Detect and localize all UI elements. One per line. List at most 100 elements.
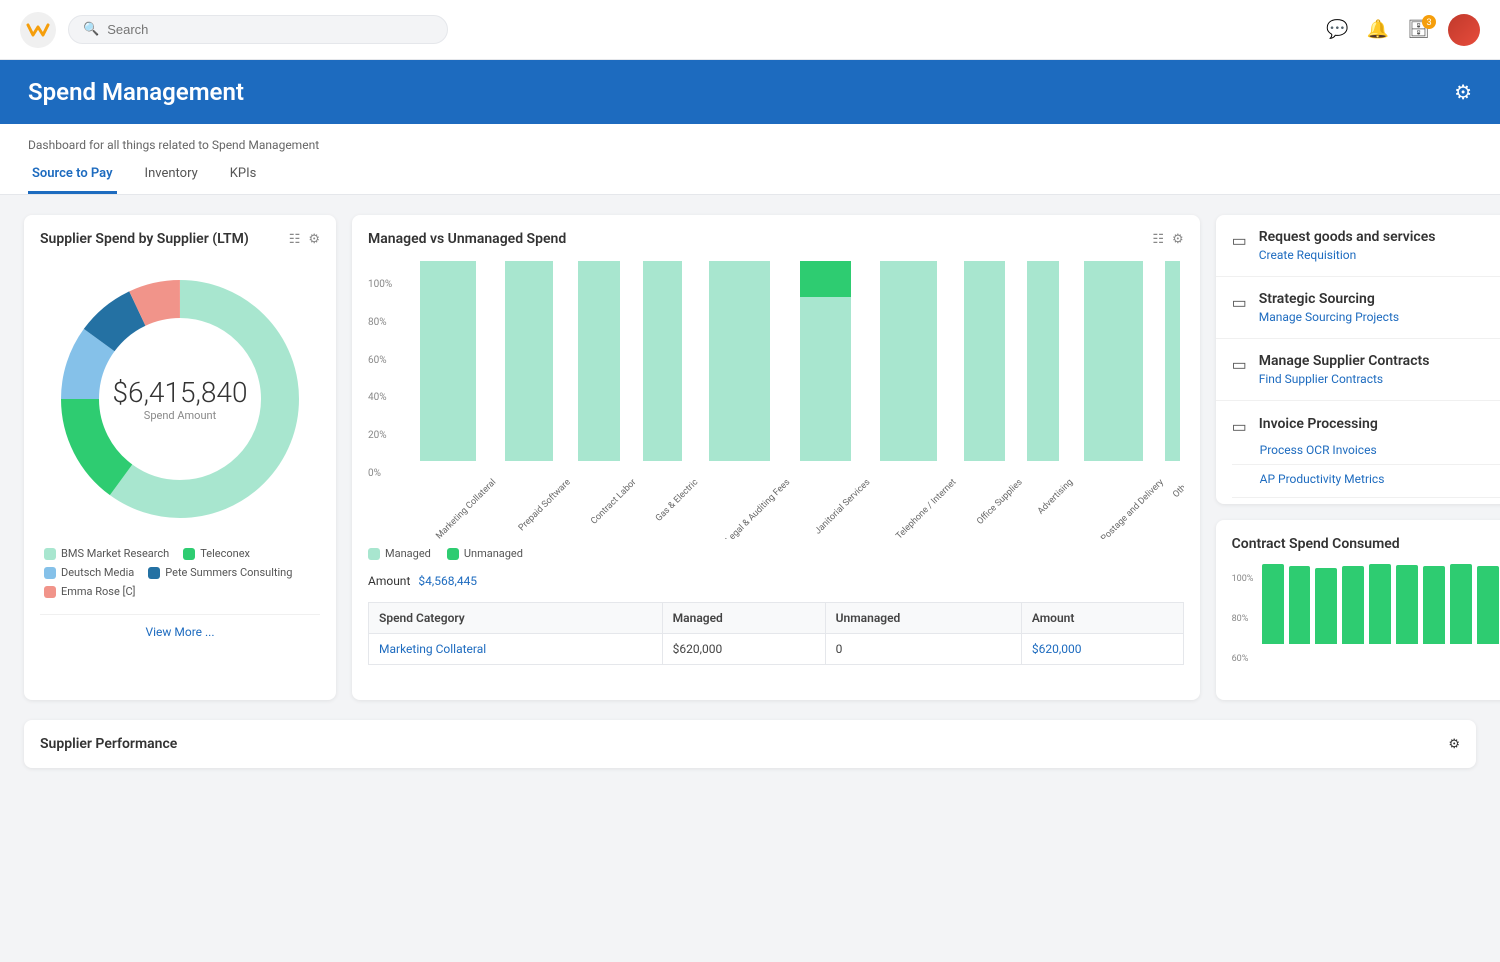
strategic-sourcing-title: Strategic Sourcing [1259,291,1500,307]
manage-contracts-sub[interactable]: Find Supplier Contracts [1259,372,1500,386]
cell-category[interactable]: Marketing Collateral [369,634,663,665]
legend-dot-bms [44,548,56,560]
avatar[interactable] [1448,14,1480,46]
supplier-performance-gear-icon[interactable]: ⚙ [1448,737,1460,752]
managed-chart-config-icon[interactable]: ☷ [1152,232,1164,247]
mini-bar [1450,564,1472,644]
supplier-spend-gear-icon[interactable]: ⚙ [308,232,320,247]
manage-contracts-icon: ▭ [1232,355,1247,374]
legend-bms: BMS Market Research [44,547,169,560]
contract-chart-container: 100% 80% 60% [1232,564,1500,684]
mini-bar [1262,564,1284,644]
bar-group: Telephone / Internet [868,279,949,479]
bar-group: Office Supplies [955,279,1015,479]
chart-legend: Managed Unmanaged [368,539,1184,568]
strategic-sourcing-icon: ▭ [1232,293,1247,312]
manage-contracts-title: Manage Supplier Contracts [1259,353,1500,369]
bar-group: Legal & Auditing Fees [696,279,782,479]
page-title: Spend Management [28,78,244,106]
legend-dot-teleconex [183,548,195,560]
action-request-goods[interactable]: ▭ Request goods and services Create Requ… [1216,215,1500,277]
view-more-button[interactable]: View More ... [40,614,320,649]
action-card: ▭ Request goods and services Create Requ… [1216,215,1500,504]
strategic-sourcing-sub[interactable]: Manage Sourcing Projects [1259,310,1500,324]
legend-managed: Managed [368,547,431,560]
amount-label: Amount [368,574,410,588]
legend-label-unmanaged: Unmanaged [464,547,523,560]
supplier-performance-title: Supplier Performance [40,736,177,752]
col-category: Spend Category [369,603,663,634]
supplier-spend-card: Supplier Spend by Supplier (LTM) ☷ ⚙ [24,215,336,700]
bar-group: Prepaid Software [494,279,563,479]
mini-bar [1477,566,1499,644]
supplier-spend-icons: ☷ ⚙ [289,232,320,247]
tab-source-to-pay[interactable]: Source to Pay [28,158,117,194]
cell-managed: $620,000 [662,634,825,665]
legend-teleconex: Teleconex [183,547,250,560]
bar-group: Janitorial Services [789,279,863,479]
request-goods-sub[interactable]: Create Requisition [1259,248,1500,262]
sub-header-description: Dashboard for all things related to Spen… [28,132,1472,158]
mini-bar [1369,564,1391,644]
bar-chart-container: 100% 80% 60% 40% 20% 0% Marketing Collat… [368,259,1184,539]
legend-unmanaged: Unmanaged [447,547,523,560]
managed-gear-icon[interactable]: ⚙ [1172,232,1184,247]
spend-table: Spend Category Managed Unmanaged Amount … [368,602,1184,665]
contract-spend-title: Contract Spend Consumed [1232,536,1400,552]
sub-item-ocr[interactable]: Process OCR Invoices › [1232,436,1500,465]
mini-bar [1342,566,1364,644]
action-manage-contracts[interactable]: ▭ Manage Supplier Contracts Find Supplie… [1216,339,1500,401]
cell-amount: $620,000 [1021,634,1183,665]
col-managed: Managed [662,603,825,634]
supplier-spend-title: Supplier Spend by Supplier (LTM) [40,231,249,247]
ap-metrics-link[interactable]: AP Productivity Metrics [1260,472,1500,486]
search-input[interactable] [107,22,433,37]
tabs: Source to Pay Inventory KPIs [28,158,1472,194]
bar-group: Gas & Electric [635,279,690,479]
request-goods-content: Request goods and services Create Requis… [1259,229,1500,262]
managed-spend-title: Managed vs Unmanaged Spend [368,231,566,247]
bar-group: Contract Labor [569,279,629,479]
donut-amount: $6,415,840 [113,376,248,409]
contract-spend-card: Contract Spend Consumed ☷ ⚙ 100% 80% 60% [1216,520,1500,700]
supplier-spend-header: Supplier Spend by Supplier (LTM) ☷ ⚙ [40,231,320,247]
header-gear-icon[interactable]: ⚙ [1454,80,1472,104]
messages-button[interactable]: 💬 [1326,19,1348,40]
bar-group: Marketing Collateral [408,279,488,479]
legend-label-deutsch: Deutsch Media [61,566,134,579]
sub-header: Dashboard for all things related to Spen… [0,124,1500,195]
bar-chart: Marketing CollateralPrepaid SoftwareCont… [368,259,1184,539]
ocr-invoices-link[interactable]: Process OCR Invoices [1260,443,1500,457]
invoice-processing-content: Invoice Processing [1259,416,1500,435]
top-nav: 🔍 💬 🔔 🗄 3 [0,0,1500,60]
strategic-sourcing-content: Strategic Sourcing Manage Sourcing Proje… [1259,291,1500,324]
mini-bar [1423,566,1445,644]
chart-config-icon[interactable]: ☷ [289,232,301,247]
inbox-badge: 3 [1422,15,1436,29]
search-icon: 🔍 [83,22,99,37]
bar-group: Advertising [1020,279,1065,479]
managed-spend-card: Managed vs Unmanaged Spend ☷ ⚙ 100% 80% … [352,215,1200,700]
workday-logo[interactable] [20,12,56,48]
legend-dot-managed [368,548,380,560]
legend-dot-pete [148,567,160,579]
right-panel: ▭ Request goods and services Create Requ… [1216,215,1500,700]
legend-deutsch: Deutsch Media [44,566,134,579]
col-unmanaged: Unmanaged [825,603,1021,634]
action-strategic-sourcing[interactable]: ▭ Strategic Sourcing Manage Sourcing Pro… [1216,277,1500,339]
legend-pete: Pete Summers Consulting [148,566,292,579]
legend-dot-deutsch [44,567,56,579]
tab-inventory[interactable]: Inventory [141,158,202,194]
sub-item-ap[interactable]: AP Productivity Metrics › [1232,465,1500,498]
search-bar[interactable]: 🔍 [68,15,448,44]
nav-icons: 💬 🔔 🗄 3 [1326,14,1480,46]
main-content: Supplier Spend by Supplier (LTM) ☷ ⚙ [0,195,1500,720]
legend-label-managed: Managed [385,547,431,560]
notifications-button[interactable]: 🔔 [1367,19,1389,40]
donut-center: $6,415,840 Spend Amount [113,376,248,422]
tab-kpis[interactable]: KPIs [226,158,261,194]
legend-label-pete: Pete Summers Consulting [165,566,292,579]
legend-dot-emma [44,586,56,598]
inbox-button[interactable]: 🗄 3 [1407,19,1430,40]
supplier-performance-card: Supplier Performance ⚙ [24,720,1476,768]
